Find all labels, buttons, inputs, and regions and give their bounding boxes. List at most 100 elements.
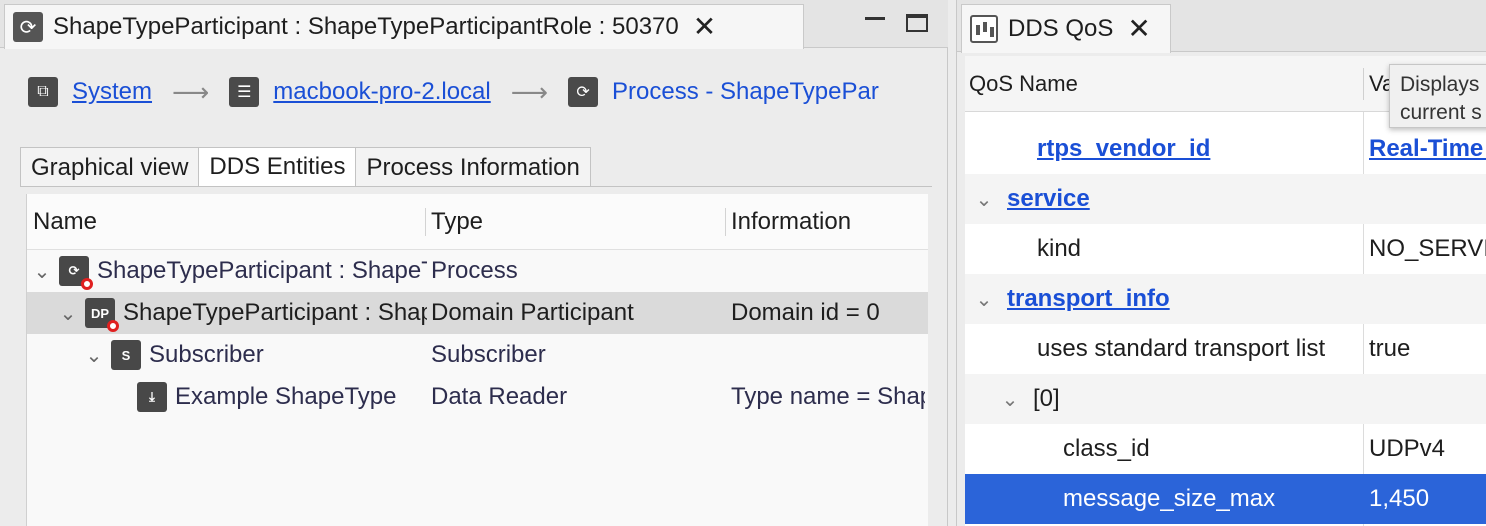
chevron-down-icon[interactable]: ⌄ xyxy=(971,187,997,212)
column-header-name[interactable]: Name xyxy=(27,194,97,250)
qos-name-cell: ⌄ transport_info xyxy=(971,274,1341,324)
entity-information xyxy=(731,334,925,376)
qos-value xyxy=(1369,374,1486,424)
system-icon: ⧉ xyxy=(28,77,58,107)
error-badge-icon xyxy=(81,278,93,290)
qos-row[interactable]: rtps_vendor_id Real-Time Innovations xyxy=(965,124,1486,174)
qos-name-cell: kind xyxy=(1037,224,1381,274)
qos-value: UDPv4 xyxy=(1369,424,1486,474)
entity-icon-glyph: ⤓ xyxy=(149,389,155,404)
qos-row[interactable]: ⌄ transport_info xyxy=(965,274,1486,324)
qos-row[interactable]: ⌄ service xyxy=(965,174,1486,224)
chevron-down-icon[interactable]: ⌄ xyxy=(997,387,1023,412)
qos-row[interactable]: kind NO_SERVICE_QOS xyxy=(965,224,1486,274)
column-separator[interactable] xyxy=(1363,68,1364,100)
tab-process-information[interactable]: Process Information xyxy=(355,147,591,187)
qos-value: NO_SERVICE_QOS xyxy=(1369,224,1486,274)
column-header-information[interactable]: Information xyxy=(725,194,851,250)
qos-row[interactable]: ⌄ [0] xyxy=(965,374,1486,424)
entity-type: Process xyxy=(431,257,518,284)
qos-value: true xyxy=(1369,324,1486,374)
entity-information: Type name = ShapeType xyxy=(731,383,925,410)
qos-name-cell: message_size_max xyxy=(1063,474,1381,524)
tooltip: Displays current s xyxy=(1389,64,1486,128)
qos-value-text: true xyxy=(1369,335,1411,362)
minimize-icon[interactable] xyxy=(865,14,887,32)
qos-value xyxy=(1369,274,1486,324)
qos-row[interactable]: message_size_max 1,450 xyxy=(965,474,1486,524)
subscriber-icon: S xyxy=(111,340,141,370)
tree-row[interactable]: ⌄ DP ShapeTypeParticipant : ShapeTypeParti… xyxy=(27,292,928,334)
qos-value xyxy=(1369,174,1486,224)
qos-view-pane: DDS QoS ✕ QoS Name Value property_list D… xyxy=(956,0,1486,526)
maximize-icon[interactable] xyxy=(906,14,928,32)
qos-value-text: 1,450 xyxy=(1369,485,1430,512)
chevron-down-icon[interactable]: ⌄ xyxy=(971,287,997,312)
breadcrumb-item[interactable]: System xyxy=(72,78,152,106)
entity-table-header: Name Type Information xyxy=(27,194,928,250)
qos-chart-icon xyxy=(970,15,998,43)
entity-name: Example ShapeType xyxy=(175,383,397,410)
tree-name-cell: ⌄ DP ShapeTypeParticipant : ShapeTypeParti… xyxy=(57,292,427,334)
tree-row[interactable]: ⌄ ⟳ ShapeTypeParticipant : ShapeTypePartic… xyxy=(27,250,928,292)
editor-tab-bar: ⟳ ShapeTypeParticipant : ShapeTypePartic… xyxy=(0,0,948,49)
breadcrumb-item[interactable]: macbook-pro-2.local xyxy=(273,78,490,106)
qos-value: 1,450 xyxy=(1369,474,1486,524)
editor-tab[interactable]: ⟳ ShapeTypeParticipant : ShapeTypePartic… xyxy=(4,4,804,49)
tooltip-line: current s xyxy=(1400,101,1482,124)
entity-type: Subscriber xyxy=(431,341,546,368)
entity-tree-table: Name Type Information ⌄ ⟳ ShapeTypePartici… xyxy=(26,194,928,526)
column-header-qos-name[interactable]: QoS Name xyxy=(969,56,1078,112)
qos-name: uses standard transport list xyxy=(1037,335,1326,362)
entity-name: ShapeTypeParticipant : ShapeTypeParticip… xyxy=(97,257,427,284)
tree-row[interactable]: ⤓ Example ShapeType Data Reader Type name =… xyxy=(27,376,928,418)
breadcrumb: ⧉ System ⟶ ☰ macbook-pro-2.local ⟶ ⟳ Process - … xyxy=(28,72,933,112)
tabs-divider xyxy=(20,186,932,187)
entity-information xyxy=(731,250,925,292)
tooltip-line: Displays xyxy=(1400,73,1480,96)
editor-tab-title: ShapeTypeParticipant : ShapeTypeParticip… xyxy=(53,13,679,40)
breadcrumb-item[interactable]: Process - ShapeTypePar xyxy=(612,78,879,106)
qos-tab-bar: DDS QoS ✕ xyxy=(957,0,1486,53)
qos-name-cell: uses standard transport list xyxy=(1037,324,1381,374)
column-header-type[interactable]: Type xyxy=(425,194,483,250)
close-icon[interactable]: ✕ xyxy=(1127,15,1150,43)
tab-graphical-view[interactable]: Graphical view xyxy=(20,147,200,187)
host-icon: ☰ xyxy=(229,77,260,107)
chevron-down-icon[interactable]: ⌄ xyxy=(57,301,79,326)
qos-value-text: UDPv4 xyxy=(1369,435,1446,462)
entity-type: Data Reader xyxy=(431,383,568,410)
qos-row[interactable]: class_id UDPv4 xyxy=(965,424,1486,474)
qos-name: kind xyxy=(1037,235,1082,262)
chevron-down-icon[interactable]: ⌄ xyxy=(31,259,53,284)
chevron-down-icon[interactable]: ⌄ xyxy=(83,343,105,368)
qos-tab[interactable]: DDS QoS ✕ xyxy=(961,4,1171,53)
qos-row[interactable]: uses standard transport list true xyxy=(965,324,1486,374)
error-badge-icon xyxy=(107,320,119,332)
qos-name[interactable]: transport_info xyxy=(1007,285,1170,313)
entity-information: Domain id = 0 xyxy=(731,299,880,326)
tree-row[interactable]: ⌄ S Subscriber Subscriber xyxy=(27,334,928,376)
process-icon: ⟳ xyxy=(568,77,599,107)
domain-participant-icon: DP xyxy=(85,298,119,332)
qos-name: message_size_max xyxy=(1063,485,1276,512)
partial-row-label: property_list xyxy=(1031,112,1176,114)
breadcrumb-arrow-icon: ⟶ xyxy=(510,76,549,107)
qos-name: [0] xyxy=(1033,385,1060,412)
qos-name-cell: class_id xyxy=(1063,424,1381,474)
qos-name-cell: rtps_vendor_id xyxy=(1037,124,1381,174)
close-icon[interactable]: ✕ xyxy=(693,13,716,41)
qos-name-cell: ⌄ service xyxy=(971,174,1341,224)
view-tabs: Graphical view DDS Entities Process Inform… xyxy=(20,147,591,187)
tree-name-cell: ⌄ ⟳ ShapeTypeParticipant : ShapeTypePartic… xyxy=(31,250,427,292)
qos-value-text[interactable]: Real-Time Innovations xyxy=(1369,135,1486,163)
entity-icon-glyph: ⟳ xyxy=(68,263,80,278)
qos-value: Real-Time Innovations xyxy=(1369,124,1486,174)
qos-name[interactable]: rtps_vendor_id xyxy=(1037,135,1210,163)
qos-tab-title: DDS QoS xyxy=(1008,15,1114,42)
qos-value-text: NO_SERVICE_QOS xyxy=(1369,235,1486,262)
qos-name[interactable]: service xyxy=(1007,185,1090,213)
process-icon: ⟳ xyxy=(13,12,43,42)
entity-type: Domain Participant xyxy=(431,299,634,326)
tab-dds-entities[interactable]: DDS Entities xyxy=(198,147,357,187)
